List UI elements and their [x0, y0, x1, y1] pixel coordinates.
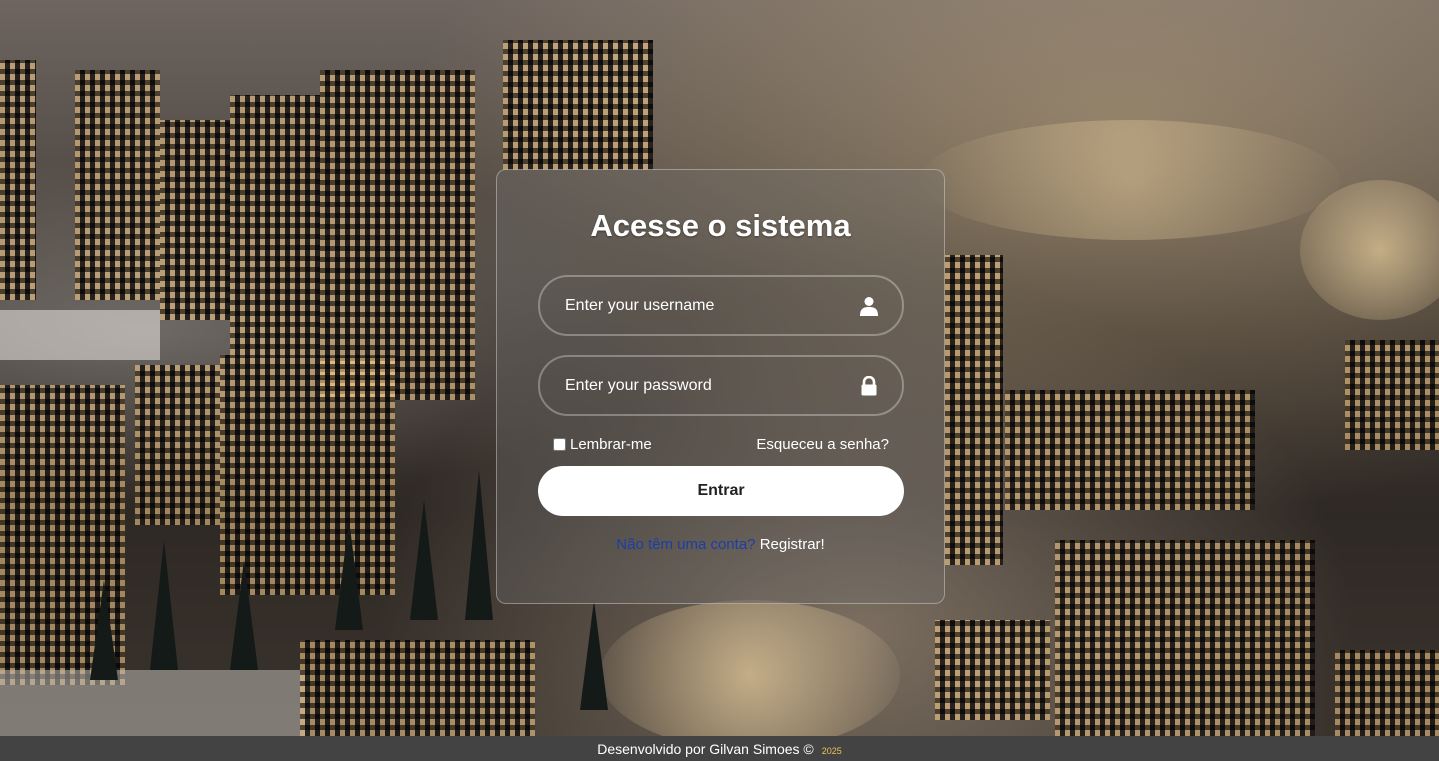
- user-icon: [860, 296, 878, 316]
- register-question: Não têm uma conta?: [616, 536, 756, 553]
- footer: Desenvolvido por Gilvan Simoes © 2025: [0, 736, 1439, 761]
- username-input[interactable]: [540, 277, 902, 334]
- remember-me[interactable]: Lembrar-me: [553, 436, 652, 453]
- login-title: Acesse o sistema: [590, 208, 851, 243]
- remember-checkbox[interactable]: [553, 437, 566, 451]
- footer-credit: Desenvolvido por Gilvan Simoes ©: [597, 740, 814, 757]
- remember-label: Lembrar-me: [570, 435, 652, 453]
- username-field: [538, 275, 904, 336]
- options-row: Lembrar-me Esqueceu a senha?: [553, 434, 889, 454]
- register-prompt: Não têm uma conta? Registrar!: [497, 536, 944, 553]
- password-input[interactable]: [540, 357, 902, 414]
- password-field: [538, 355, 904, 416]
- lock-icon: [860, 375, 878, 396]
- forgot-password-link[interactable]: Esqueceu a senha?: [756, 436, 889, 453]
- login-button[interactable]: Entrar: [538, 466, 904, 516]
- register-link[interactable]: Registrar!: [760, 536, 825, 553]
- footer-year: 2025: [821, 745, 842, 756]
- login-card: Acesse o sistema Lembrar-me Esqueceu a s…: [496, 169, 945, 604]
